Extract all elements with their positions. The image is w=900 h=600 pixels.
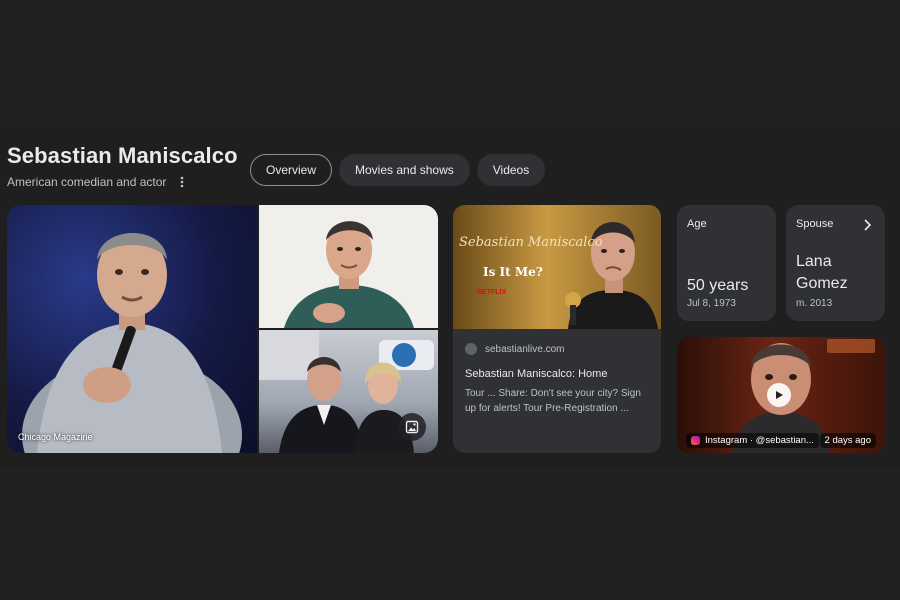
age-fact-card[interactable]: Age 50 years Jul 8, 1973	[677, 205, 776, 321]
portrait-image[interactable]	[259, 205, 438, 328]
main-image[interactable]: Chicago Magazine	[7, 205, 257, 453]
site-favicon-icon	[465, 343, 477, 355]
poster-subtitle: Is It Me?	[483, 265, 543, 279]
spouse-value: Lana Gomez	[796, 253, 848, 292]
portrait-photo	[284, 221, 414, 328]
comedian-photo	[22, 232, 242, 453]
image-search-button[interactable]	[398, 413, 426, 441]
entity-description: American comedian and actor	[7, 175, 167, 189]
video-result-card[interactable]: Instagram · @sebastian... 2 days ago	[677, 337, 885, 453]
video-source: Instagram · @sebastian...	[686, 433, 819, 448]
play-button[interactable]	[767, 383, 791, 407]
poster-brand: NETFLIX	[477, 289, 507, 296]
age-value: 50 years	[687, 277, 749, 294]
image-source-caption: Chicago Magazine	[18, 432, 93, 442]
video-timestamp: 2 days ago	[819, 433, 876, 448]
more-vert-icon[interactable]	[176, 175, 188, 189]
age-label: Age	[687, 218, 707, 230]
red-carpet-image[interactable]	[259, 330, 438, 453]
tab-bar: Overview Movies and shows Videos	[250, 154, 546, 186]
spouse-label: Spouse	[796, 218, 834, 230]
tab-movies-and-shows[interactable]: Movies and shows	[339, 154, 470, 186]
web-result-domain: sebastianlive.com	[485, 343, 565, 355]
play-icon	[776, 391, 783, 399]
chevron-right-icon	[863, 218, 872, 236]
tab-videos[interactable]: Videos	[476, 154, 546, 186]
web-result-title[interactable]: Sebastian Maniscalco: Home	[465, 368, 607, 380]
birth-date: Jul 8, 1973	[687, 298, 736, 309]
poster-title: Sebastian Maniscalco	[459, 235, 603, 250]
video-source-label: Instagram · @sebastian...	[705, 435, 814, 446]
entity-subtitle-row: American comedian and actor	[7, 175, 188, 189]
web-result-source[interactable]: sebastianlive.com	[465, 343, 564, 355]
tab-overview[interactable]: Overview	[250, 154, 333, 186]
web-result-snippet: Tour ... Share: Don't see your city? Sig…	[465, 388, 641, 414]
instagram-icon	[691, 436, 700, 445]
web-result-thumbnail: Sebastian Maniscalco Is It Me? NETFLIX	[453, 205, 661, 329]
entity-title: Sebastian Maniscalco	[7, 143, 238, 168]
marriage-year: m. 2013	[796, 298, 833, 309]
web-result-card[interactable]: Sebastian Maniscalco Is It Me? NETFLIX s…	[453, 205, 661, 453]
spouse-fact-card[interactable]: Spouse Lana Gomez m. 2013	[786, 205, 885, 321]
image-icon	[405, 420, 419, 434]
